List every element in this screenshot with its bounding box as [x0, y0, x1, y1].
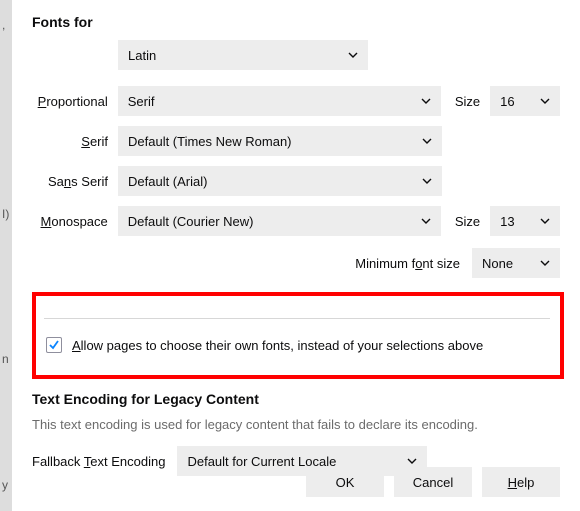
allow-pages-label: Allow pages to choose their own fonts, i… [72, 338, 483, 353]
left-strip [0, 0, 12, 511]
proportional-label: Proportional [32, 94, 118, 109]
encoding-desc: This text encoding is used for legacy co… [32, 417, 560, 432]
min-font-value: None [482, 256, 513, 271]
cancel-button[interactable]: Cancel [394, 467, 472, 497]
chevron-down-icon [422, 138, 432, 144]
stray-text: , [2, 18, 5, 32]
chevron-down-icon [407, 458, 417, 464]
mono-row: Monospace Default (Courier New) Size 13 [32, 206, 560, 236]
stray-text: y [2, 478, 8, 492]
sans-value: Default (Arial) [128, 174, 207, 189]
stray-text: n [2, 352, 9, 366]
serif-select[interactable]: Default (Times New Roman) [118, 126, 442, 156]
chevron-down-icon [421, 218, 431, 224]
chevron-down-icon [540, 218, 550, 224]
chevron-down-icon [540, 98, 550, 104]
separator [44, 318, 550, 319]
dialog-buttons: OK Cancel Help [306, 467, 560, 497]
help-button[interactable]: Help [482, 467, 560, 497]
size-label: Size [455, 214, 480, 229]
serif-value: Default (Times New Roman) [128, 134, 292, 149]
proportional-size-select[interactable]: 16 [490, 86, 560, 116]
allow-pages-row: Allow pages to choose their own fonts, i… [44, 337, 550, 353]
serif-label: Serif [32, 134, 118, 149]
fonts-for-row: Latin [32, 40, 560, 70]
mono-select[interactable]: Default (Courier New) [118, 206, 441, 236]
min-font-select[interactable]: None [472, 248, 560, 278]
stray-text: I) [2, 207, 9, 221]
proportional-size-value: 16 [500, 94, 514, 109]
fonts-for-value: Latin [128, 48, 156, 63]
mono-size-select[interactable]: 13 [490, 206, 560, 236]
encoding-heading: Text Encoding for Legacy Content [32, 391, 560, 407]
proportional-row: Proportional Serif Size 16 [32, 86, 560, 116]
fonts-for-select[interactable]: Latin [118, 40, 368, 70]
sans-select[interactable]: Default (Arial) [118, 166, 442, 196]
fonts-for-heading: Fonts for [32, 14, 560, 30]
mono-value: Default (Courier New) [128, 214, 254, 229]
serif-row: Serif Default (Times New Roman) [32, 126, 560, 156]
min-font-row: Minimum font size None [32, 248, 560, 278]
chevron-down-icon [348, 52, 358, 58]
allow-pages-checkbox[interactable] [46, 337, 62, 353]
size-label: Size [455, 94, 480, 109]
mono-size-value: 13 [500, 214, 514, 229]
mono-label: Monospace [32, 214, 118, 229]
proportional-select[interactable]: Serif [118, 86, 441, 116]
highlight-box: Allow pages to choose their own fonts, i… [32, 292, 564, 379]
sans-label: Sans Serif [32, 174, 118, 189]
chevron-down-icon [422, 178, 432, 184]
proportional-value: Serif [128, 94, 155, 109]
min-font-label: Minimum font size [355, 256, 460, 271]
fallback-label: Fallback Text Encoding [32, 454, 165, 469]
check-icon [48, 339, 60, 351]
sans-row: Sans Serif Default (Arial) [32, 166, 560, 196]
ok-button[interactable]: OK [306, 467, 384, 497]
chevron-down-icon [540, 260, 550, 266]
chevron-down-icon [421, 98, 431, 104]
fonts-dialog: Fonts for Latin Proportional Serif Size … [12, 0, 580, 511]
